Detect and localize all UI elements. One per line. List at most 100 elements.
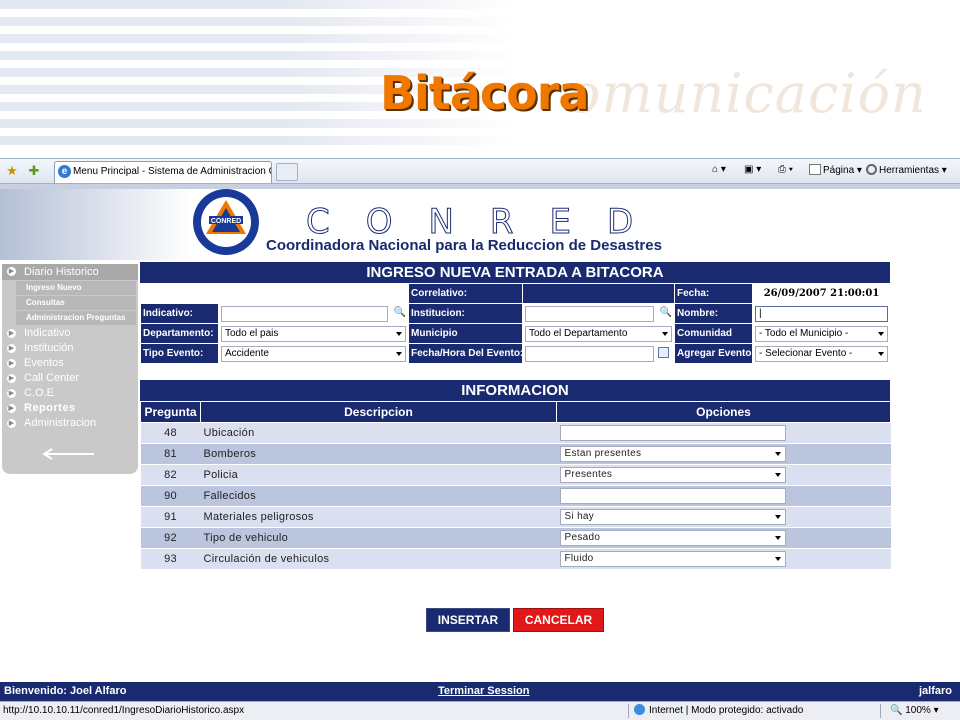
zoom-control[interactable]: 🔍 100% ▾	[890, 702, 939, 720]
username: jalfaro	[918, 685, 952, 697]
empty-cell	[218, 283, 409, 304]
pregunta-description: Policia	[200, 464, 557, 486]
sidebar-item-label: Reportes	[24, 402, 76, 414]
slide-watermark: omunicación	[568, 62, 927, 125]
ie-icon: e	[58, 165, 71, 178]
sidebar-item-label: Diario Historico	[24, 266, 99, 278]
table-row: 92 Tipo de vehiculo Pesado	[140, 527, 891, 549]
print-icon[interactable]: ⎙ ▾	[778, 164, 793, 175]
circulacion-vehiculos-select[interactable]: Fluido	[559, 551, 786, 567]
agregar-evento-select[interactable]: - Selecionar Evento -	[755, 345, 888, 362]
municipio-select[interactable]: Todo el Departamento	[525, 325, 672, 342]
home-icon[interactable]: ⌂ ▾	[712, 164, 726, 175]
table-row: 81 Bomberos Estan presentes	[140, 443, 891, 465]
browser-tab[interactable]: e Menu Principal - Sistema de Administra…	[54, 161, 272, 183]
favorites-star-icon[interactable]: ★	[4, 163, 20, 179]
arrow-icon: ▶	[7, 419, 16, 428]
conred-banner: CONRED CONRED Coordinadora Nacional para…	[0, 184, 960, 260]
nombre-label: Nombre:	[674, 303, 753, 324]
form-panel: INGRESO NUEVA ENTRADA A BITACORA Correla…	[140, 262, 891, 570]
bomberos-select[interactable]: Estan presentes	[559, 446, 786, 462]
add-favorites-icon[interactable]: ✚	[26, 163, 42, 179]
nombre-input[interactable]: |	[755, 305, 888, 322]
option-value: Estan presentes	[564, 448, 642, 459]
pregunta-description: Circulación de vehiculos	[200, 548, 557, 570]
sidebar-item-call-center[interactable]: ▶ Call Center	[2, 371, 138, 386]
pregunta-description: Tipo de vehiculo	[200, 527, 557, 549]
departamento-select[interactable]: Todo el pais	[221, 325, 406, 342]
comunidad-select[interactable]: - Todo el Municipio -	[755, 325, 888, 342]
arrow-icon: ▶	[7, 374, 16, 383]
zoom-icon: 🔍	[890, 705, 903, 716]
indicativo-label: Indicativo:	[140, 303, 219, 324]
municipio-value: Todo el Departamento	[529, 327, 628, 339]
sidebar-item-eventos[interactable]: ▶ Eventos	[2, 356, 138, 371]
pregunta-description: Ubicación	[200, 422, 557, 444]
col-descripcion: Descripcion	[200, 401, 557, 423]
sidebar-item-label: Institución	[24, 342, 74, 354]
fallecidos-input[interactable]	[559, 488, 786, 504]
option-value: Presentes	[564, 469, 613, 480]
logout-link[interactable]: Terminar Session	[438, 682, 530, 701]
sidebar-subitem-administracion-preguntas[interactable]: Administracion Preguntas	[16, 311, 136, 325]
materiales-peligrosos-select[interactable]: Si hay	[559, 509, 786, 525]
fecha-hora-input[interactable]	[525, 345, 654, 362]
sidebar-item-administracion[interactable]: ▶ Administracion	[2, 416, 138, 431]
departamento-value: Todo el pais	[225, 327, 279, 339]
table-row: 93 Circulación de vehiculos Fluido	[140, 548, 891, 570]
sidebar-item-label: Call Center	[24, 372, 80, 384]
indicativo-input[interactable]	[221, 305, 388, 322]
sidebar-subitem-ingreso-nuevo[interactable]: Ingreso Nuevo	[16, 281, 136, 295]
zoom-level: 100%	[905, 705, 931, 716]
tab-title: Menu Principal - Sistema de Administraci…	[73, 166, 272, 177]
sidebar-item-institucion[interactable]: ▶ Institución	[2, 341, 138, 356]
back-arrow-icon[interactable]	[40, 448, 96, 460]
tools-menu[interactable]: Herramientas ▾	[866, 164, 947, 176]
ubicacion-input[interactable]	[559, 425, 786, 441]
col-opciones: Opciones	[556, 401, 891, 423]
indicativo-field-wrap: 🔍	[221, 305, 406, 322]
arrow-icon: ▶	[7, 389, 16, 398]
chevron-down-icon	[774, 557, 781, 561]
search-icon[interactable]: 🔍	[660, 307, 672, 318]
info-title: INFORMACION	[140, 380, 890, 401]
sidebar-item-label: C.O.E	[24, 387, 54, 399]
pregunta-number: 82	[140, 464, 201, 486]
calendar-icon[interactable]	[658, 346, 669, 358]
departamento-label: Departamento:	[140, 323, 219, 344]
new-tab-button[interactable]	[276, 163, 298, 181]
info-header-row: Pregunta Descripcion Opciones	[140, 401, 891, 423]
tipo-evento-select[interactable]: Accidente	[221, 345, 406, 362]
sidebar-item-diario-historico[interactable]: ▶ Diario Historico	[2, 264, 138, 280]
insertar-button[interactable]: INSERTAR	[426, 608, 510, 632]
policia-select[interactable]: Presentes	[559, 467, 786, 483]
feeds-icon[interactable]: ▣ ▾	[744, 164, 761, 175]
sidebar-item-coe[interactable]: ▶ C.O.E	[2, 386, 138, 401]
sidebar-item-reportes[interactable]: ▶ Reportes	[2, 401, 138, 416]
tipo-vehiculo-select[interactable]: Pesado	[559, 530, 786, 546]
pregunta-description: Fallecidos	[200, 485, 557, 507]
empty-cell	[140, 283, 219, 304]
sidebar-item-indicativo[interactable]: ▶ Indicativo	[2, 326, 138, 341]
page-menu[interactable]: Página ▾	[809, 164, 862, 176]
arrow-icon: ▶	[7, 329, 16, 338]
fecha-hora-label: Fecha/Hora Del Evento:	[408, 343, 523, 364]
chevron-down-icon	[774, 515, 781, 519]
cancelar-button[interactable]: CANCELAR	[513, 608, 604, 632]
pregunta-number: 92	[140, 527, 201, 549]
correlativo-label: Correlativo:	[408, 283, 523, 304]
sidebar-subitem-consultas[interactable]: Consultas	[16, 296, 136, 310]
arrow-icon: ▶	[7, 344, 16, 353]
security-zone-text: Internet | Modo protegido: activado	[649, 705, 804, 716]
arrow-icon: ▶	[7, 404, 16, 413]
divider	[880, 704, 881, 718]
divider	[628, 704, 629, 718]
fecha-value: 26/09/2007 21:00:01	[752, 283, 891, 304]
form-title: INGRESO NUEVA ENTRADA A BITACORA	[140, 262, 890, 283]
banner-band	[0, 184, 960, 189]
agregar-evento-label: Agregar Evento	[674, 343, 753, 364]
pregunta-number: 91	[140, 506, 201, 528]
search-icon[interactable]: 🔍	[394, 307, 406, 318]
table-row: 48 Ubicación	[140, 422, 891, 444]
institucion-input[interactable]	[525, 305, 654, 322]
